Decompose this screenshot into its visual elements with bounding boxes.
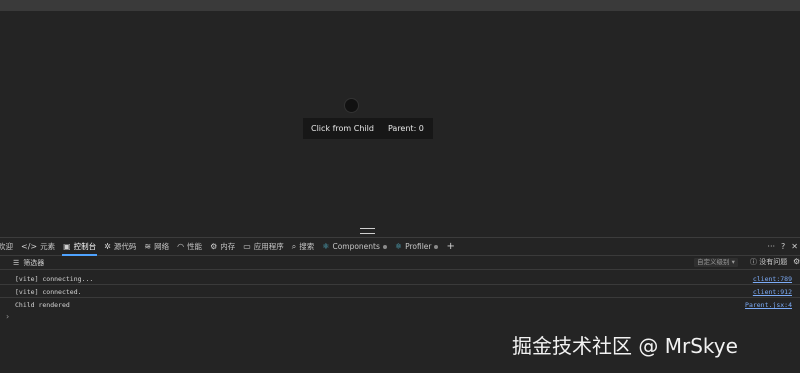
react-icon: ⚛ [394, 242, 403, 251]
help-icon[interactable]: ? [781, 242, 785, 251]
watermark: 掘金技术社区 @ MrSkye [512, 334, 738, 358]
dark-circle [344, 98, 359, 113]
tab-performance[interactable]: ◠ 性能 [173, 238, 206, 255]
log-row: [vite] connecting... client:789 [0, 272, 800, 285]
log-row: [vite] connected. client:912 [0, 285, 800, 298]
more-icon[interactable]: ··· [767, 242, 775, 251]
click-from-child-button[interactable]: Click from Child [303, 118, 382, 139]
gear-icon[interactable]: ⚙ [793, 257, 800, 266]
close-icon[interactable]: ✕ [791, 242, 798, 251]
parent-count-label: Parent: 0 [387, 124, 424, 133]
wifi-icon: ≋ [144, 242, 152, 251]
tab-profiler-label: Profiler [405, 242, 432, 251]
tab-console-label: 控制台 [73, 242, 97, 251]
add-tab-button[interactable]: + [442, 238, 461, 255]
filter-input[interactable]: ☰ 筛选器 [10, 258, 47, 268]
console-filter-bar: ☰ 筛选器 自定义级别 ▾ ⓘ 没有问题 ⚙ [0, 256, 800, 270]
tab-network-label: 网络 [154, 242, 170, 251]
filter-icon: ☰ [13, 258, 20, 267]
react-icon: ⚛ [322, 242, 330, 251]
application-icon: ▭ [243, 242, 251, 251]
search-icon: ⌕ [291, 241, 297, 251]
tab-memory-label: 内存 [220, 242, 236, 251]
tab-components-label: Components [332, 242, 380, 251]
console-icon: ▣ [63, 242, 71, 251]
tab-elements-label: 元素 [40, 242, 56, 251]
tab-sources[interactable]: ✲ 源代码 [100, 238, 140, 255]
log-source-link[interactable]: client:789 [753, 275, 792, 283]
button-row: Click from Child Parent: 0 [303, 118, 433, 139]
levels-label: 自定义级别 [697, 258, 730, 266]
tab-search-label: 搜索 [299, 242, 315, 251]
resize-grip-icon[interactable] [360, 228, 375, 234]
log-message: [vite] connected. [15, 288, 82, 296]
tab-components[interactable]: ⚛ Components [318, 238, 391, 255]
log-row: Child rendered Parent.jsx:4 [0, 298, 800, 310]
dot-icon [382, 244, 387, 249]
memory-icon: ⚙ [210, 242, 218, 251]
page-viewport: Click from Child Parent: 0 [0, 11, 800, 233]
log-message: [vite] connecting... [15, 275, 94, 283]
bug-icon: ✲ [104, 242, 111, 251]
performance-icon: ◠ [177, 242, 185, 251]
tab-elements[interactable]: </> 元素 [17, 238, 59, 255]
tab-welcome[interactable]: 欢迎 [0, 238, 17, 255]
tab-memory[interactable]: ⚙ 内存 [206, 238, 239, 255]
devtools-tab-bar: 欢迎 </> 元素 ▣ 控制台 ✲ 源代码 ≋ 网络 ◠ 性能 ⚙ 内存 ▭ 应… [0, 238, 800, 256]
tab-application-label: 应用程序 [253, 242, 284, 251]
plus-icon: + [446, 241, 455, 252]
tab-console[interactable]: ▣ 控制台 [59, 238, 100, 256]
tab-application[interactable]: ▭ 应用程序 [239, 238, 288, 255]
issues-indicator[interactable]: ⓘ 没有问题 [750, 257, 787, 267]
tab-welcome-label: 欢迎 [0, 242, 13, 251]
filter-placeholder: 筛选器 [23, 258, 45, 267]
issues-label: 没有问题 [759, 258, 788, 266]
tab-performance-label: 性能 [187, 242, 203, 251]
tab-network[interactable]: ≋ 网络 [140, 238, 173, 255]
log-source-link[interactable]: client:912 [753, 288, 792, 296]
tab-sources-label: 源代码 [113, 242, 137, 251]
dot-icon [434, 244, 439, 249]
code-icon: </> [21, 242, 38, 251]
console-prompt[interactable]: › [6, 312, 9, 321]
devtools-actions: ··· ? ✕ [761, 238, 800, 255]
log-source-link[interactable]: Parent.jsx:4 [745, 301, 792, 309]
tab-search[interactable]: ⌕ 搜索 [288, 238, 318, 255]
levels-dropdown[interactable]: 自定义级别 ▾ [694, 258, 738, 267]
tab-profiler[interactable]: ⚛ Profiler [391, 238, 443, 255]
log-message: Child rendered [15, 301, 70, 309]
